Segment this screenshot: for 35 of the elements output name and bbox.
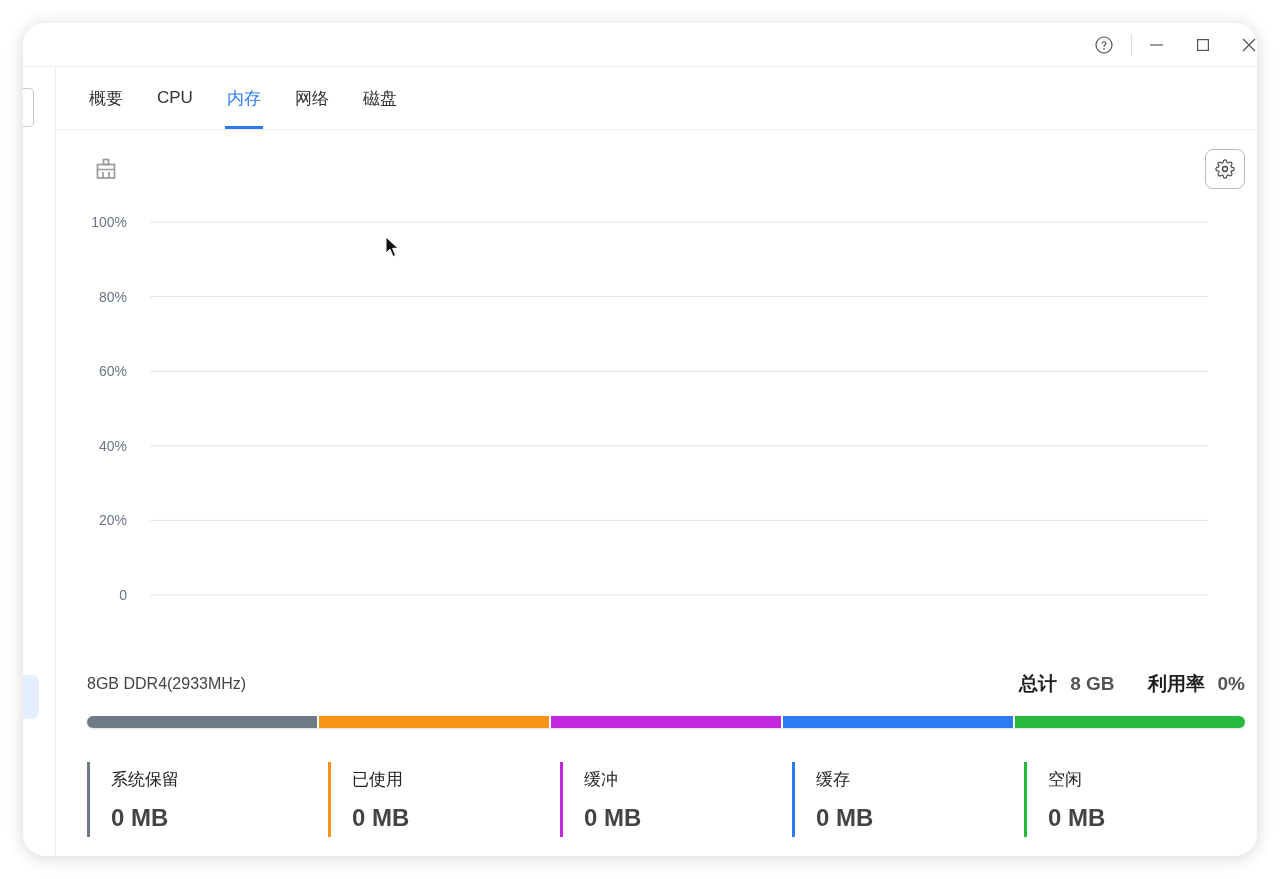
axis-label: 60%: [98, 362, 127, 381]
legend-label: 系统保留: [111, 769, 179, 791]
tab[interactable]: CPU: [155, 67, 195, 129]
tab[interactable]: 磁盘: [360, 67, 399, 129]
input-field[interactable]: [23, 88, 34, 127]
close-icon[interactable]: [1242, 37, 1256, 52]
maximize-icon[interactable]: [1197, 38, 1209, 51]
summary-label: 利用率: [1147, 672, 1205, 696]
axis-label: 20%: [98, 511, 127, 530]
axis-label: 80%: [98, 287, 127, 306]
minimize-icon[interactable]: [1150, 43, 1163, 46]
tab[interactable]: 概要: [87, 67, 125, 129]
tab[interactable]: 内存: [224, 67, 263, 129]
legend-label: 已使用: [352, 769, 404, 791]
legend-value: 0 MB: [816, 803, 874, 832]
legend-label: 空闲: [1048, 769, 1083, 791]
summary-value: 8 GB: [1070, 673, 1115, 695]
mouse-pointer-icon: [385, 236, 399, 258]
summary-value: 0%: [1217, 673, 1245, 695]
summary-label: 总计: [1019, 672, 1058, 696]
legend-value: 0 MB: [352, 803, 410, 832]
legend-label: 缓存: [816, 769, 851, 791]
legend-label: 缓冲: [584, 769, 619, 791]
legend-value: 0 MB: [1048, 803, 1106, 832]
settings-button[interactable]: [1205, 149, 1245, 189]
settings-icon: [1215, 159, 1235, 179]
memory-spec: 8GB DDR4(2933MHz): [87, 675, 247, 693]
tab[interactable]: 网络: [292, 67, 331, 129]
axis-label: 40%: [98, 436, 127, 455]
axis-label: 0: [119, 586, 127, 604]
legend-value: 0 MB: [111, 803, 170, 832]
broom-icon[interactable]: [95, 158, 117, 180]
legend-value: 0 MB: [584, 803, 642, 832]
axis-label: 100%: [91, 213, 127, 231]
help-icon[interactable]: [1095, 35, 1113, 54]
